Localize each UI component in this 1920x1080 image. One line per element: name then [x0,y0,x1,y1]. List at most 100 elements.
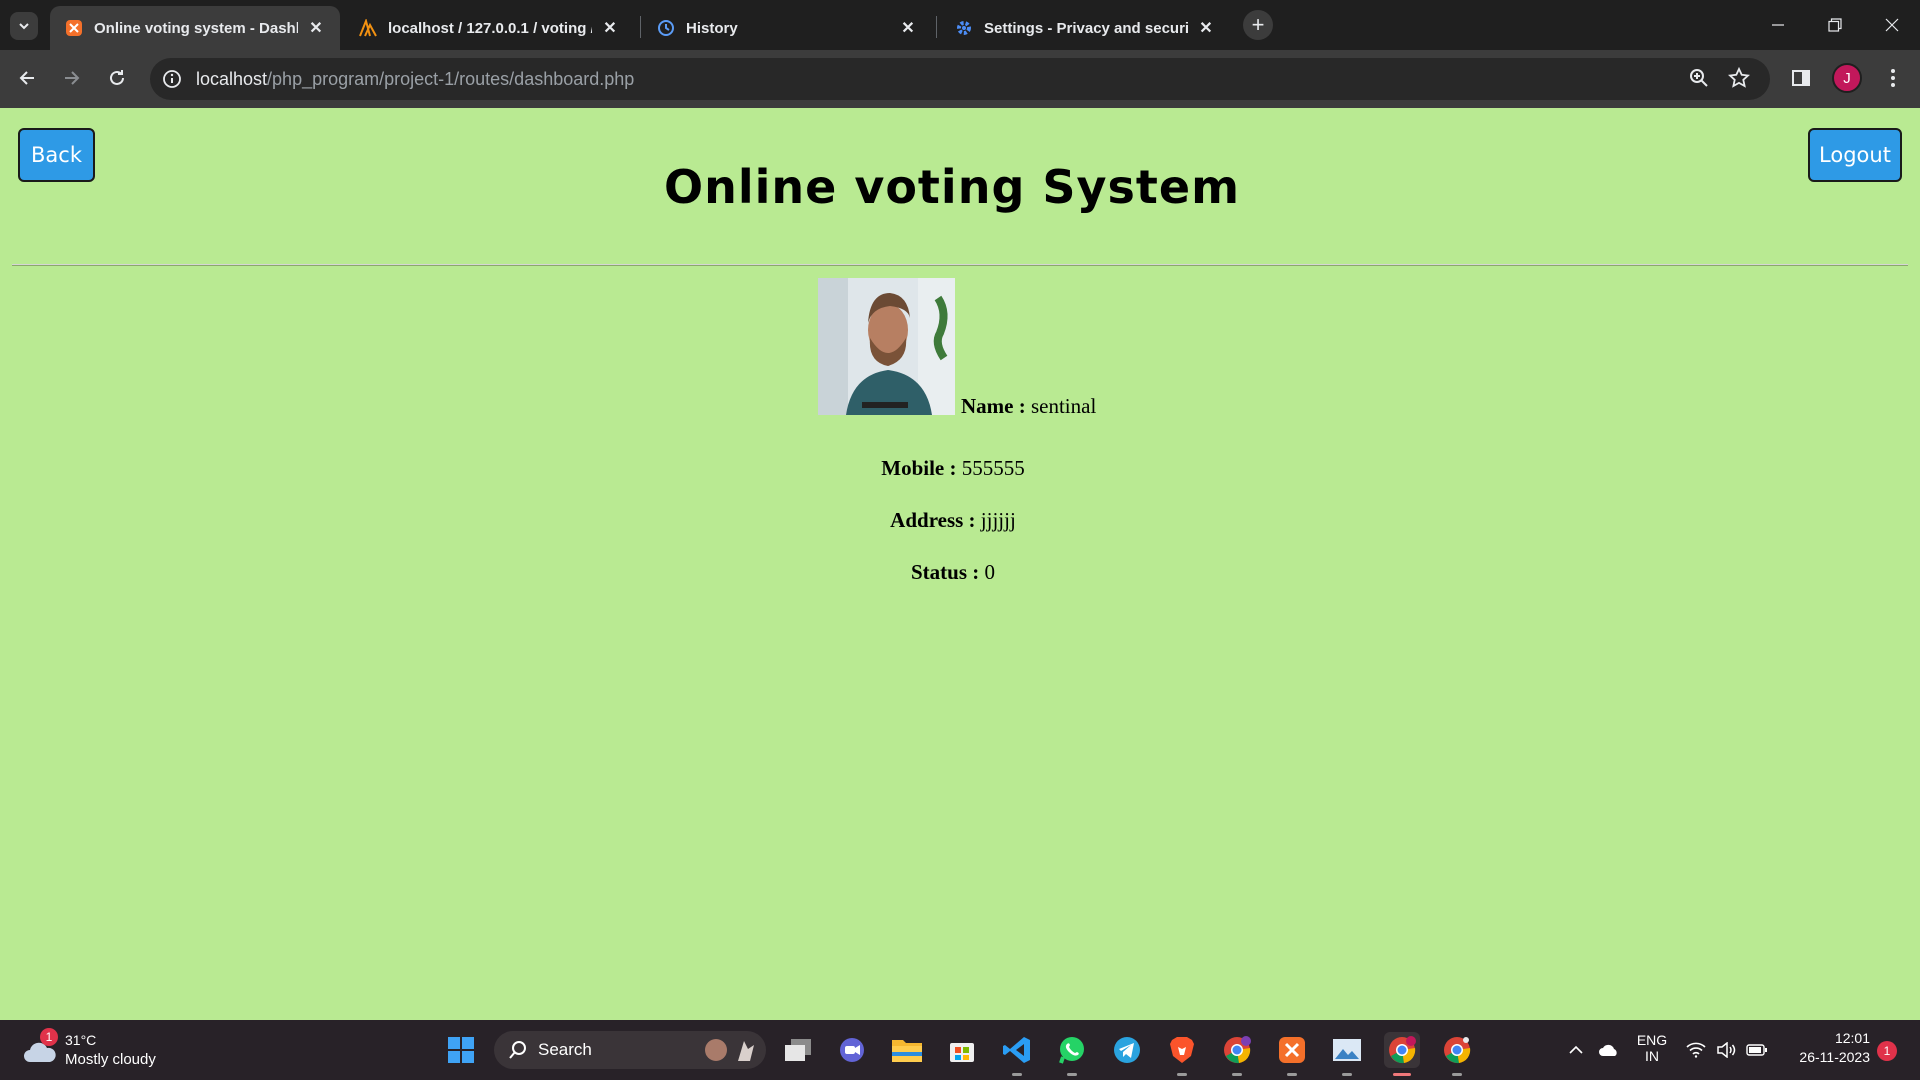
tray-overflow-button[interactable] [1561,1032,1591,1068]
telegram-button[interactable] [1109,1032,1145,1068]
name-value: sentinal [1030,394,1097,418]
windows-icon [448,1037,474,1063]
chrome-icon [1444,1037,1471,1064]
running-indicator [1067,1073,1077,1076]
tab-title: Settings - Privacy and security [984,19,1188,37]
forward-nav-button[interactable] [54,60,90,96]
volume-button[interactable] [1710,1032,1742,1068]
arrow-right-icon [65,71,80,85]
telegram-icon [1114,1037,1140,1063]
mobile-value: 555555 [961,456,1025,480]
running-indicator [1342,1073,1352,1076]
browser-toolbar: localhost/php_program/project-1/routes/d… [0,50,1920,108]
vscode-icon [1003,1037,1030,1063]
tab-separator [640,16,641,38]
address-value: jjjjjj [980,508,1016,532]
avatar: J [1832,63,1862,93]
xampp-button[interactable] [1274,1032,1310,1068]
side-panel-icon [1792,70,1810,86]
ms-store-button[interactable] [944,1032,980,1068]
address-label: Address : [890,508,976,532]
minimize-icon [1771,24,1784,26]
wifi-button[interactable] [1680,1032,1712,1068]
mobile-label: Mobile : [881,456,957,480]
url-text[interactable]: localhost/php_program/project-1/routes/d… [196,69,634,90]
volume-icon [1717,1042,1736,1058]
close-icon[interactable]: ✕ [1196,18,1216,38]
tab-strip: Online voting system - Dashbo ✕ localhos… [0,0,1920,50]
photos-button[interactable] [1329,1032,1365,1068]
running-indicator [1287,1073,1297,1076]
status-value: 0 [984,560,996,584]
zoom-icon[interactable] [1688,67,1712,91]
battery-button[interactable] [1741,1032,1773,1068]
running-indicator [1177,1073,1187,1076]
restore-icon [1827,18,1842,32]
weather-widget[interactable]: 1 31°C Mostly cloudy [22,1028,182,1072]
minimize-button[interactable] [1749,0,1806,50]
chevron-up-icon [1569,1045,1583,1054]
close-icon[interactable]: ✕ [600,18,620,38]
xampp-icon [64,18,84,38]
site-info-icon[interactable] [160,67,184,91]
address-field: Address : jjjjjj [0,508,1906,533]
side-panel-button[interactable] [1783,60,1819,96]
history-icon [656,18,676,38]
bookmark-star-icon[interactable] [1727,66,1752,91]
close-icon [1885,18,1898,32]
file-explorer-button[interactable] [889,1032,925,1068]
divider [12,264,1908,266]
chrome-guest-button[interactable] [1439,1032,1475,1068]
language-line1: ENG [1636,1032,1668,1048]
start-button[interactable] [443,1032,479,1068]
tab-search-button[interactable] [10,12,38,40]
address-bar[interactable]: localhost/php_program/project-1/routes/d… [150,58,1770,100]
close-icon[interactable]: ✕ [306,18,326,38]
folder-icon [892,1040,922,1062]
language-line2: IN [1645,1048,1659,1064]
task-view-button[interactable] [780,1032,816,1068]
chrome-icon [1389,1036,1416,1064]
plus-icon: + [1251,12,1265,37]
profile-photo [818,278,955,415]
browser-menu-button[interactable] [1875,60,1911,96]
close-icon[interactable]: ✕ [898,18,918,38]
restore-button[interactable] [1806,0,1863,50]
taskbar-search[interactable]: Search [494,1031,766,1069]
clock[interactable]: 12:01 26-11-2023 [1780,1030,1870,1065]
more-vert-icon [1891,69,1895,87]
mobile-field: Mobile : 555555 [0,456,1906,481]
chrome-profile-button[interactable] [1219,1032,1255,1068]
page-title: Online voting System [664,160,1240,214]
whatsapp-button[interactable] [1054,1032,1090,1068]
teams-chat-button[interactable] [834,1032,870,1068]
chat-icon [840,1038,864,1062]
back-nav-button[interactable] [9,60,45,96]
battery-icon [1746,1044,1767,1056]
url-host: localhost [196,69,268,89]
search-placeholder: Search [538,1040,592,1059]
new-tab-button[interactable]: + [1243,10,1273,40]
language-indicator[interactable]: ENG IN [1632,1032,1672,1064]
tab-separator [936,16,937,38]
close-window-button[interactable] [1863,0,1920,50]
notification-badge[interactable]: 1 [1877,1041,1897,1061]
chrome-active-button[interactable] [1384,1032,1420,1068]
tab-settings[interactable]: Settings - Privacy and security ✕ [940,6,1230,50]
whatsapp-icon [1059,1037,1084,1064]
tab-title: Online voting system - Dashbo [94,19,298,37]
brave-button[interactable] [1164,1032,1200,1068]
tab-voting-dashboard[interactable]: Online voting system - Dashbo ✕ [50,6,340,50]
vscode-button[interactable] [999,1032,1035,1068]
profile-button[interactable]: J [1829,60,1865,96]
running-indicator [1452,1073,1462,1076]
reload-button[interactable] [99,60,135,96]
tab-phpmyadmin[interactable]: localhost / 127.0.0.1 / voting / u ✕ [344,6,634,50]
running-indicator [1012,1073,1022,1076]
tab-history[interactable]: History ✕ [642,6,932,50]
search-icon [509,1041,526,1059]
status-field: Status : 0 [0,560,1906,585]
onedrive-button[interactable] [1593,1032,1625,1068]
active-indicator [1393,1073,1411,1076]
wifi-icon [1686,1042,1706,1058]
